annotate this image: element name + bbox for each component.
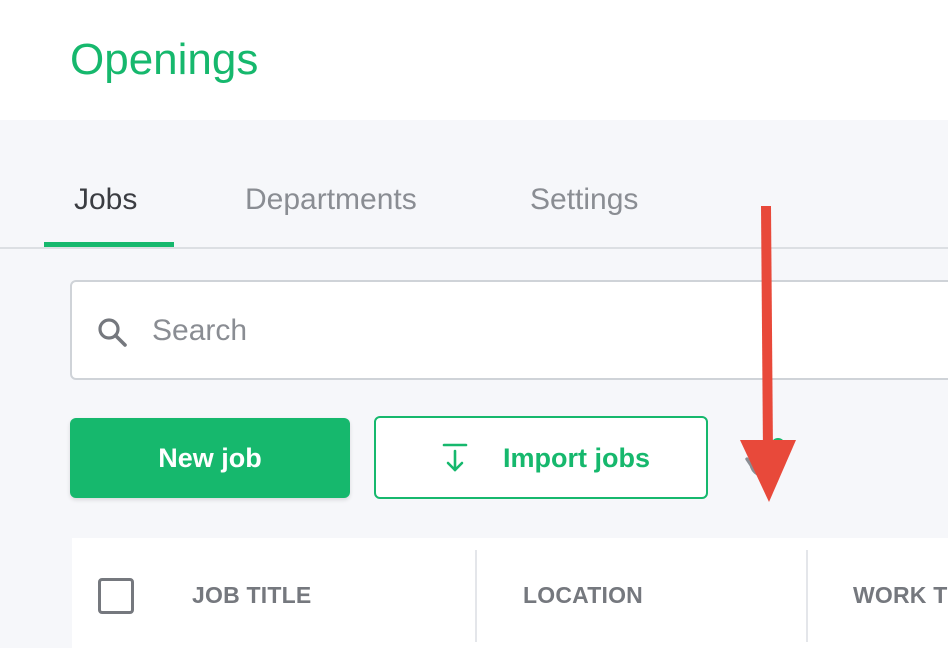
tab-jobs[interactable]: Jobs xyxy=(74,180,137,220)
tab-bar: Jobs Departments Settings xyxy=(0,120,948,250)
new-job-button[interactable]: New job xyxy=(70,418,350,498)
column-header-work-type[interactable]: WORK TYPE xyxy=(853,582,948,609)
column-divider xyxy=(475,550,477,642)
search-icon xyxy=(98,318,127,347)
table-header: JOB TITLE LOCATION WORK TYPE xyxy=(72,538,948,648)
tab-settings[interactable]: Settings xyxy=(530,180,638,220)
tab-departments[interactable]: Departments xyxy=(245,180,417,220)
main-content: Jobs Departments Settings New job Import… xyxy=(0,120,948,648)
download-icon xyxy=(442,443,468,472)
import-jobs-label: Import jobs xyxy=(503,443,650,473)
column-divider xyxy=(806,550,808,642)
import-jobs-button[interactable]: Import jobs xyxy=(374,416,708,499)
annotation-arrow xyxy=(740,205,796,502)
column-header-job-title[interactable]: JOB TITLE xyxy=(192,582,311,609)
page-header: Openings xyxy=(0,0,948,120)
select-all-checkbox[interactable] xyxy=(98,578,134,614)
page-title: Openings xyxy=(70,35,259,84)
search-box[interactable] xyxy=(70,280,948,380)
page: Openings Jobs Departments Settings New j… xyxy=(0,0,948,648)
tabs-divider xyxy=(0,247,948,249)
column-header-location[interactable]: LOCATION xyxy=(523,582,643,609)
